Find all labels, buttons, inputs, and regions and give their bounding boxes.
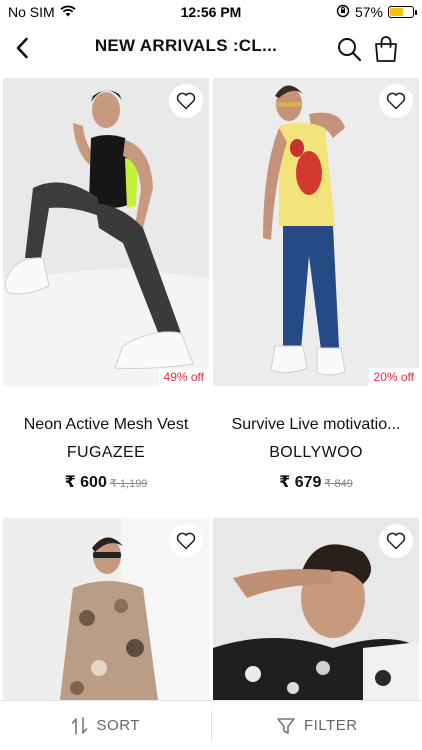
- sort-button[interactable]: SORT: [0, 701, 211, 750]
- wishlist-button[interactable]: [169, 84, 203, 118]
- filter-button[interactable]: FILTER: [212, 701, 422, 750]
- clock: 12:56 PM: [180, 4, 242, 20]
- wishlist-button[interactable]: [379, 524, 413, 558]
- battery-icon: [388, 6, 417, 18]
- status-bar: No SIM 12:56 PM 57%: [0, 0, 422, 24]
- product-price: ₹ 600 ₹ 1,199: [3, 472, 209, 492]
- sort-icon: [71, 716, 87, 735]
- product-name[interactable]: Survive Live motivatio...: [213, 416, 419, 434]
- header: NEW ARRIVALS :CL...: [0, 24, 422, 72]
- product-card[interactable]: [213, 518, 419, 700]
- wishlist-button[interactable]: [169, 524, 203, 558]
- product-photo: [3, 78, 209, 386]
- heart-icon: [176, 532, 196, 550]
- heart-icon: [386, 92, 406, 110]
- heart-icon: [176, 92, 196, 110]
- battery-level: [390, 8, 403, 16]
- discount-badge: 49% off: [158, 368, 209, 386]
- wishlist-button[interactable]: [379, 84, 413, 118]
- battery-percent: 57%: [354, 4, 383, 20]
- original-price: ₹ 849: [324, 478, 353, 490]
- sort-label: SORT: [96, 717, 140, 734]
- product-card[interactable]: 20% off Survive Live motivatio... BOLLYW…: [213, 78, 419, 498]
- product-card[interactable]: [3, 518, 209, 700]
- heart-icon: [386, 532, 406, 550]
- page-title: NEW ARRIVALS :CL...: [94, 36, 278, 55]
- product-image[interactable]: 20% off: [213, 78, 419, 386]
- product-image[interactable]: 49% off: [3, 78, 209, 386]
- search-button[interactable]: [334, 34, 364, 64]
- product-name[interactable]: Neon Active Mesh Vest: [3, 416, 209, 434]
- carrier-label: No SIM: [8, 4, 55, 20]
- product-grid: 49% off Neon Active Mesh Vest FUGAZEE ₹ …: [0, 78, 422, 700]
- product-brand: FUGAZEE: [66, 444, 146, 461]
- filter-label: FILTER: [303, 717, 358, 734]
- bag-button[interactable]: [371, 34, 401, 64]
- wifi-icon: [60, 4, 76, 20]
- product-image[interactable]: [213, 518, 419, 700]
- sale-price: ₹ 600: [64, 474, 107, 491]
- filter-icon: [277, 717, 295, 734]
- shopping-bag-icon: [375, 36, 397, 62]
- status-right: 57%: [274, 4, 417, 21]
- product-photo: [213, 78, 419, 386]
- product-image[interactable]: [3, 518, 209, 700]
- product-price: ₹ 679 ₹ 849: [213, 472, 419, 492]
- search-icon: [338, 38, 362, 62]
- original-price: ₹ 1,199: [109, 478, 148, 490]
- discount-badge: 20% off: [368, 368, 419, 386]
- status-left: No SIM: [8, 4, 148, 20]
- back-button[interactable]: [8, 34, 36, 62]
- orientation-lock-icon: [336, 4, 350, 21]
- product-brand: BOLLYWOO: [269, 444, 363, 461]
- bottom-action-bar: SORT FILTER: [0, 700, 422, 750]
- sale-price: ₹ 679: [279, 474, 322, 491]
- chevron-left-icon: [16, 37, 28, 59]
- product-card[interactable]: 49% off Neon Active Mesh Vest FUGAZEE ₹ …: [3, 78, 209, 498]
